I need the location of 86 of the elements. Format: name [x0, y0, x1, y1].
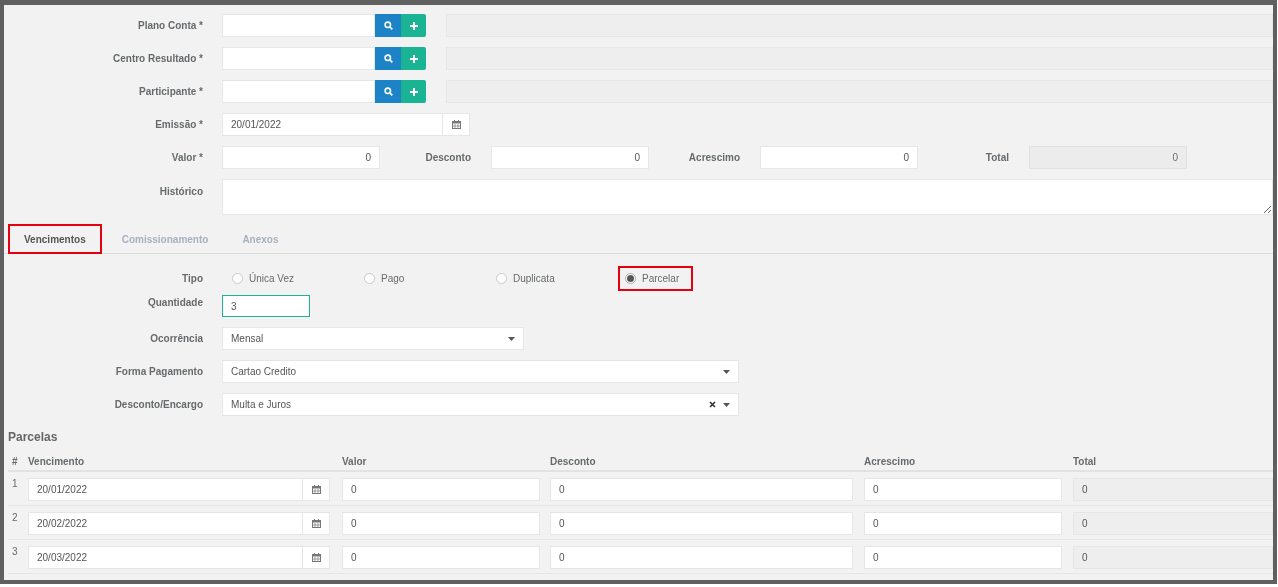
- search-button[interactable]: [375, 80, 401, 103]
- add-button[interactable]: [401, 80, 426, 103]
- calendar-button[interactable]: [303, 546, 330, 569]
- section-title: Parcelas: [7, 429, 59, 446]
- search-icon: [383, 87, 393, 96]
- calendar-button[interactable]: [303, 478, 330, 501]
- calendar-icon: [311, 553, 321, 562]
- add-button[interactable]: [401, 14, 426, 37]
- amount-field[interactable]: 0: [491, 146, 649, 169]
- calendar-icon: [311, 485, 321, 494]
- date-field[interactable]: 20/03/2022: [28, 546, 303, 569]
- field-label: Total: [984, 151, 1009, 165]
- radio-label: Parcelar: [642, 272, 680, 286]
- calendar-icon: [451, 120, 461, 129]
- column-header: Desconto: [550, 452, 864, 472]
- field-label: Plano Conta *: [137, 19, 203, 33]
- amount-field[interactable]: 0: [550, 512, 853, 535]
- field-label: Acrescimo: [687, 151, 740, 165]
- dropdown-select[interactable]: Cartao Credito: [222, 360, 739, 383]
- tab[interactable]: Vencimentos: [8, 224, 102, 254]
- amount-field[interactable]: 0: [864, 546, 1062, 569]
- date-field[interactable]: 20/01/2022: [222, 113, 443, 136]
- lookup-field[interactable]: [222, 14, 375, 37]
- radio-label: Única Vez: [249, 271, 295, 286]
- search-icon: [383, 21, 393, 30]
- column-header: Total: [1073, 452, 1273, 472]
- amount-field[interactable]: 0: [342, 478, 540, 501]
- total-field[interactable]: 0: [1029, 146, 1187, 169]
- amount-field[interactable]: 0: [342, 546, 540, 569]
- field-label: Emissão *: [154, 118, 203, 132]
- field-label: Desconto: [424, 151, 471, 165]
- field-label: Centro Resultado *: [112, 52, 203, 66]
- field-label: Valor *: [170, 151, 203, 165]
- search-button[interactable]: [375, 14, 401, 37]
- field-label: Desconto/Encargo: [113, 398, 203, 412]
- row-number: 2: [12, 512, 18, 523]
- row-number: 1: [12, 478, 18, 489]
- dropdown-select[interactable]: Multa e Juros: [222, 393, 739, 416]
- total-field[interactable]: 0: [1073, 546, 1273, 569]
- lookup-field[interactable]: [222, 80, 375, 103]
- field-label: Forma Pagamento: [114, 365, 203, 379]
- date-field[interactable]: 20/02/2022: [28, 512, 303, 535]
- calendar-button[interactable]: [303, 512, 330, 535]
- amount-field[interactable]: 0: [864, 478, 1062, 501]
- field-label: Participante *: [138, 85, 203, 99]
- date-field[interactable]: 20/01/2022: [28, 478, 303, 501]
- description-field[interactable]: [446, 14, 1273, 37]
- amount-field[interactable]: 0: [760, 146, 918, 169]
- amount-field[interactable]: 0: [550, 546, 853, 569]
- column-header: Vencimento: [28, 452, 342, 472]
- quantity-field[interactable]: 3: [222, 295, 310, 317]
- column-header: Valor: [342, 452, 550, 472]
- lookup-field[interactable]: [222, 47, 375, 70]
- dropdown-select[interactable]: Mensal: [222, 327, 524, 350]
- plus-icon: [409, 54, 418, 63]
- calendar-icon: [311, 519, 321, 528]
- caret-icon: [723, 369, 730, 374]
- radio-button[interactable]: [496, 273, 507, 284]
- field-label: Tipo: [181, 272, 203, 286]
- search-button[interactable]: [375, 47, 401, 70]
- calendar-button[interactable]: [443, 113, 470, 136]
- amount-field[interactable]: 0: [864, 512, 1062, 535]
- description-field[interactable]: [446, 80, 1273, 103]
- amount-field[interactable]: 0: [342, 512, 540, 535]
- caret-icon: [508, 336, 515, 341]
- radio-button[interactable]: [625, 273, 636, 284]
- plus-icon: [409, 21, 418, 30]
- column-header: #: [8, 452, 28, 472]
- radio-label: Duplicata: [513, 272, 555, 286]
- column-header: Acrescimo: [864, 452, 1073, 472]
- amount-field[interactable]: 0: [550, 478, 853, 501]
- row-number: 3: [12, 546, 18, 557]
- field-label: Quantidade: [147, 296, 203, 310]
- total-field[interactable]: 0: [1073, 478, 1273, 501]
- radio-button[interactable]: [232, 273, 243, 284]
- field-label: Ocorrência: [149, 332, 203, 346]
- total-field[interactable]: 0: [1073, 512, 1273, 535]
- plus-icon: [409, 87, 418, 96]
- radio-button[interactable]: [364, 273, 375, 284]
- field-label: Histórico: [158, 185, 203, 199]
- radio-label: Pago: [381, 272, 405, 286]
- caret-icon: [723, 402, 730, 407]
- amount-field[interactable]: 0: [222, 146, 380, 169]
- add-button[interactable]: [401, 47, 426, 70]
- search-icon: [383, 54, 393, 63]
- description-field[interactable]: [446, 47, 1273, 70]
